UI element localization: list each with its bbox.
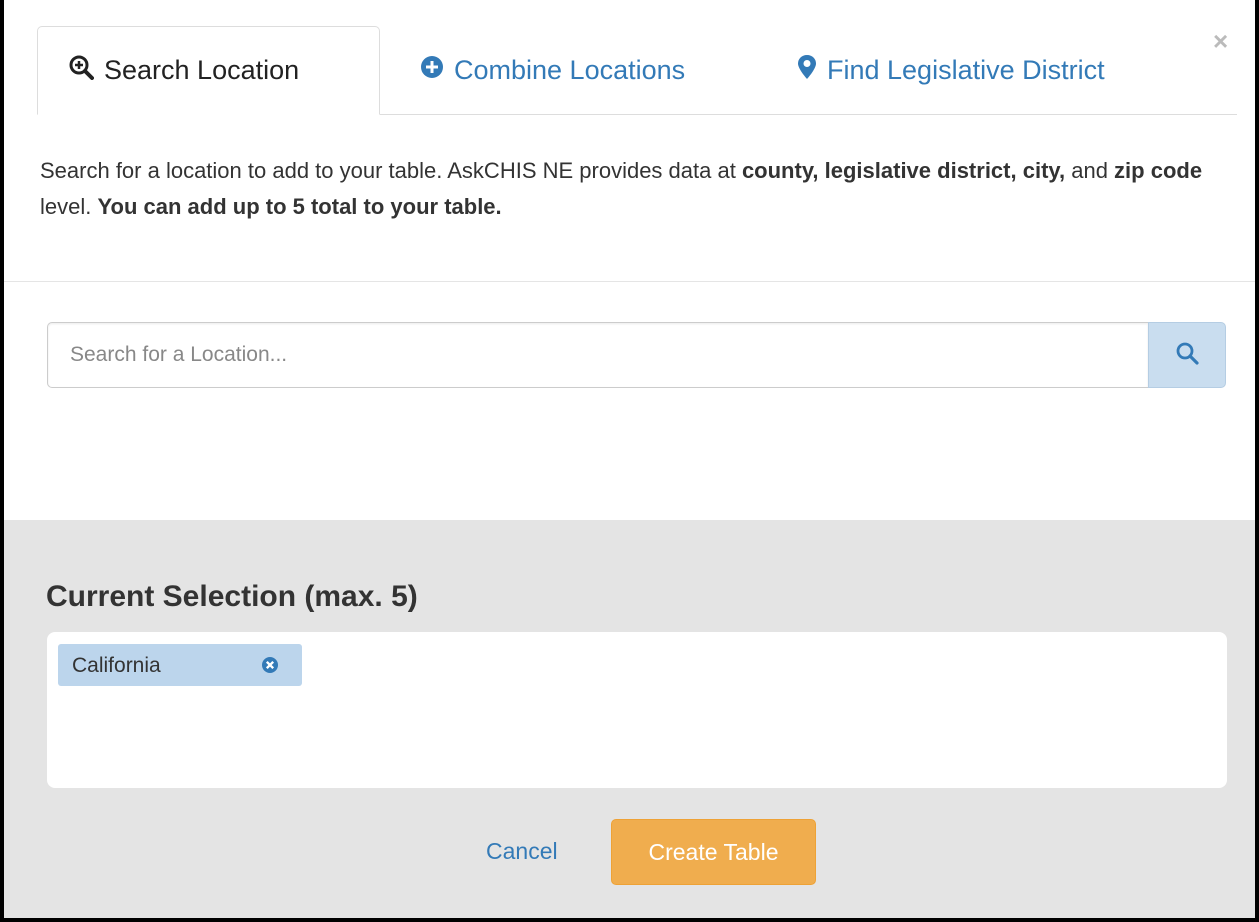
tab-find-legislative-district[interactable]: Find Legislative District [797, 26, 1105, 114]
search-input[interactable] [47, 322, 1148, 388]
search-group [47, 322, 1226, 388]
desc-text: and [1065, 158, 1115, 183]
search-description: Search for a location to add to your tab… [40, 153, 1230, 225]
desc-bold-limit: You can add up to 5 total to your table. [97, 194, 502, 219]
desc-bold-zip: zip code [1114, 158, 1203, 183]
cancel-button[interactable]: Cancel [486, 838, 558, 865]
selection-title: Current Selection (max. 5) [46, 580, 418, 613]
create-table-button[interactable]: Create Table [611, 819, 816, 885]
desc-bold-levels: county, legislative district, city, [741, 158, 1066, 183]
chip-label: California [72, 654, 161, 677]
selection-chip: California [58, 644, 302, 686]
section-divider [4, 281, 1255, 282]
zoom-in-icon [68, 54, 94, 87]
modal-dialog: Search Location Combine Locations Find L… [0, 0, 1259, 922]
tab-label: Combine Locations [454, 54, 686, 85]
tab-label: Search Location [104, 55, 300, 85]
tab-search-location[interactable]: Search Location [37, 26, 380, 115]
tab-bar: Search Location Combine Locations Find L… [37, 26, 1237, 115]
map-marker-icon [797, 54, 817, 87]
tab-label: Find Legislative District [827, 54, 1105, 85]
search-icon [1175, 341, 1199, 370]
plus-circle-icon [420, 55, 444, 86]
tab-combine-locations[interactable]: Combine Locations [420, 26, 685, 114]
selection-box: California [47, 632, 1227, 788]
search-button[interactable] [1148, 322, 1226, 388]
remove-circle-icon[interactable] [260, 655, 280, 675]
close-icon[interactable]: × [1213, 28, 1228, 54]
desc-text: Search for a location to add to your tab… [40, 158, 742, 183]
desc-text: level. [40, 194, 98, 219]
